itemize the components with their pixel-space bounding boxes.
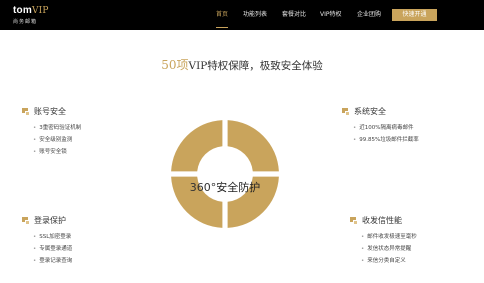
logo[interactable]: tomVIP 尚务邮箱 [13,5,49,26]
security-ring [171,120,279,228]
nav-item-home[interactable]: 首页 [216,0,229,30]
ring-center-label: 360°安全防护 [189,181,261,194]
list-item: 3重密码验证机制 [33,122,81,134]
list-item: 邮件收发极速至毫秒 [361,231,417,243]
headline-text: VIP特权保障，极致安全体验 [188,60,323,72]
list-item: 来信分类自定义 [361,255,417,267]
headline-number: 50项 [161,58,189,72]
logo-subtitle: 尚务邮箱 [13,19,38,25]
feature-title: 系统安全 [354,107,386,116]
feature-system-security: 系统安全 近100%隔离病毒邮件 99.85%垃圾邮件拦截率 [342,106,419,146]
list-item: 发信状态异常提醒 [361,243,417,255]
nav-item-plans[interactable]: 套餐对比 [282,0,306,30]
nav-item-features[interactable]: 功能列表 [243,0,267,30]
feature-title: 账号安全 [34,107,66,116]
feature-mail-performance: 收发信性能 邮件收发极速至毫秒 发信状态异常提醒 来信分类自定义 [350,215,417,267]
feature-login-protection: 登录保护 SSL加密登录 专属登录通道 登录记录查询 [22,215,72,267]
ring-segment-system [227,120,279,172]
list-item: 账号安全锁 [33,146,81,158]
top-bar: tomVIP 尚务邮箱 首页 功能列表 套餐对比 VIP特权 企业团购 快速开通 [0,0,484,30]
nav-item-enterprise[interactable]: 企业团购 [357,0,381,30]
feature-icon [350,216,358,225]
feature-icon [22,107,30,116]
list-item: SSL加密登录 [33,231,72,243]
list-item: 专属登录通道 [33,243,72,255]
logo-brand: tomVIP [13,5,49,17]
list-item: 99.85%垃圾邮件拦截率 [353,134,418,146]
feature-account-security: 账号安全 3重密码验证机制 安全级别监测 账号安全锁 [22,106,81,158]
feature-icon [22,216,30,225]
list-item: 近100%隔离病毒邮件 [353,122,419,134]
list-item: 登录记录查询 [33,255,72,267]
quick-open-button[interactable]: 快速开通 [392,9,437,21]
nav-active-underline [216,27,229,28]
feature-icon [342,107,350,116]
feature-title: 登录保护 [34,216,66,225]
ring-segment-account [171,120,223,172]
feature-title: 收发信性能 [362,216,402,225]
nav-item-vip[interactable]: VIP特权 [320,0,342,30]
list-item: 安全级别监测 [33,134,81,146]
page-headline: 50项VIP特权保障，极致安全体验 [0,56,484,73]
